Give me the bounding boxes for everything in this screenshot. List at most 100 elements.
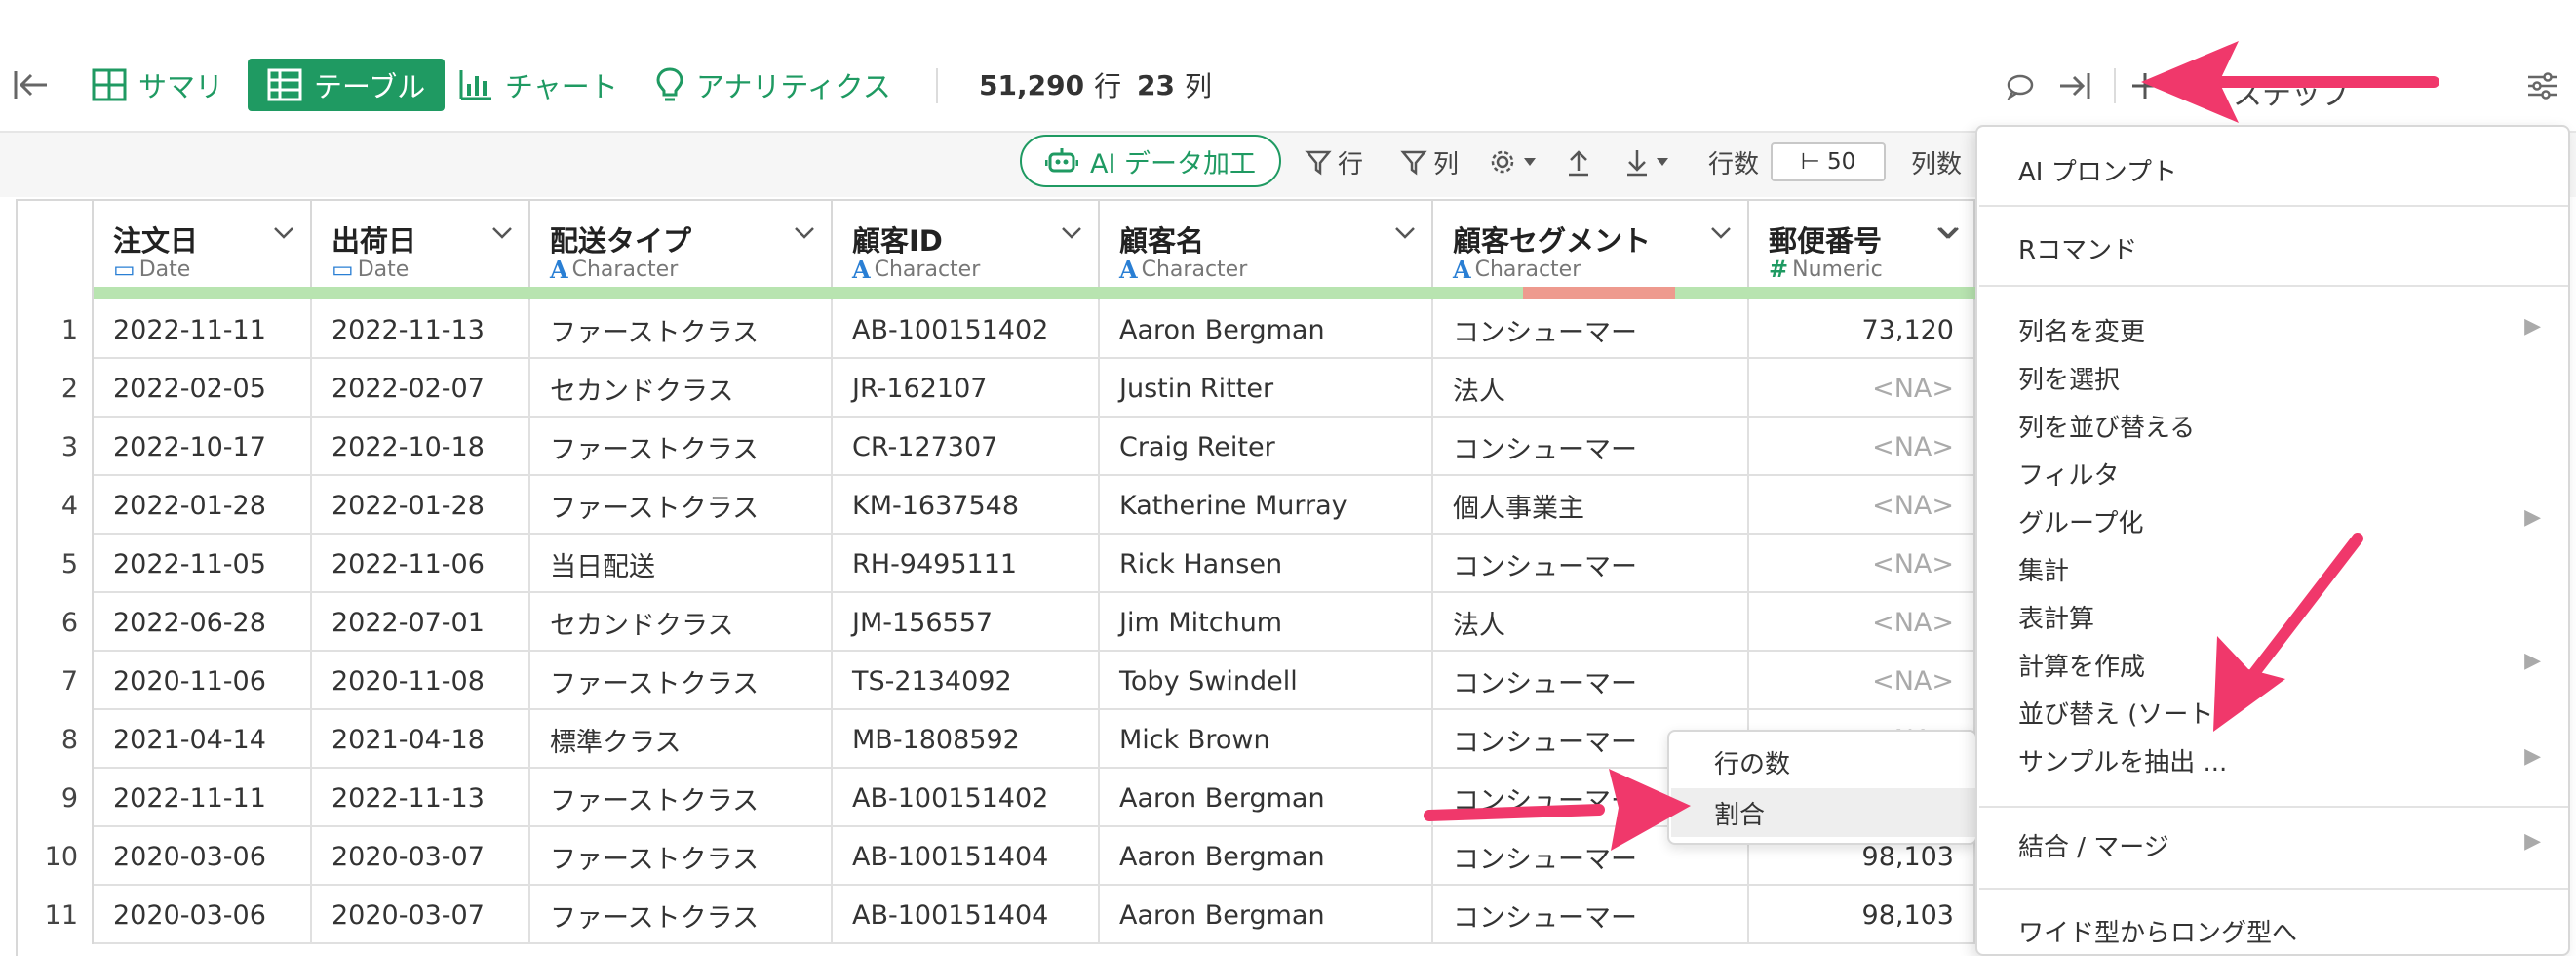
table-cell[interactable]: JM-156557	[833, 593, 1100, 652]
table-cell[interactable]: セカンドクラス	[530, 359, 833, 418]
table-cell[interactable]: 2022-11-11	[94, 769, 312, 827]
column-header[interactable]: 郵便番号 # Numeric	[1749, 201, 1975, 300]
column-header[interactable]: 注文日 ▭ Date	[94, 201, 312, 300]
column-header[interactable]: 出荷日 ▭ Date	[312, 201, 530, 300]
table-cell[interactable]: 2022-11-11	[94, 300, 312, 359]
table-cell[interactable]: 当日配送	[530, 535, 833, 593]
table-cell[interactable]: JR-162107	[833, 359, 1100, 418]
table-cell[interactable]: TS-2134092	[833, 652, 1100, 710]
chevron-down-icon[interactable]	[1061, 226, 1082, 240]
chevron-down-icon[interactable]	[273, 226, 294, 240]
menu-item-join-merge[interactable]: 結合 / マージ	[2018, 827, 2169, 863]
table-cell[interactable]: ファーストクラス	[530, 827, 833, 886]
menu-item-wide-to-long[interactable]: ワイド型からロング型へ	[2018, 913, 2297, 949]
table-cell[interactable]: コンシューマー	[1433, 652, 1749, 710]
row-filter-button[interactable]: 行	[1305, 142, 1363, 181]
table-cell[interactable]: ファーストクラス	[530, 886, 833, 944]
menu-item-ai-prompt[interactable]: AI プロンプト	[2018, 152, 2177, 188]
menu-item-reorder-columns[interactable]: 列を並び替える	[2018, 408, 2195, 444]
menu-item-summarize[interactable]: 集計	[2018, 551, 2069, 587]
chevron-down-icon[interactable]	[1938, 226, 1960, 240]
table-cell[interactable]: コンシューマー	[1433, 300, 1749, 359]
tab-summary[interactable]: サマリ	[92, 59, 223, 111]
table-cell[interactable]: 2021-04-18	[312, 710, 530, 769]
table-cell[interactable]: Aaron Bergman	[1100, 827, 1433, 886]
table-cell[interactable]: MB-1808592	[833, 710, 1100, 769]
table-cell[interactable]: RH-9495111	[833, 535, 1100, 593]
scroll-bottom-button[interactable]	[1624, 142, 1675, 181]
chevron-down-icon[interactable]	[794, 226, 815, 240]
table-cell[interactable]: 2022-02-05	[94, 359, 312, 418]
table-cell[interactable]: 2022-11-05	[94, 535, 312, 593]
table-cell[interactable]: 2020-11-08	[312, 652, 530, 710]
table-cell[interactable]: <NA>	[1749, 359, 1975, 418]
table-cell[interactable]: 標準クラス	[530, 710, 833, 769]
table-cell[interactable]: <NA>	[1749, 476, 1975, 535]
column-header[interactable]: 顧客ID A Character	[833, 201, 1100, 300]
table-cell[interactable]: AB-100151402	[833, 769, 1100, 827]
table-cell[interactable]: Mick Brown	[1100, 710, 1433, 769]
table-cell[interactable]: ファーストクラス	[530, 300, 833, 359]
table-cell[interactable]: 2021-04-14	[94, 710, 312, 769]
table-cell[interactable]: Katherine Murray	[1100, 476, 1433, 535]
column-header[interactable]: 顧客セグメント A Character	[1433, 201, 1749, 300]
gear-menu-button[interactable]	[1488, 142, 1542, 181]
table-cell[interactable]: 73,120	[1749, 300, 1975, 359]
chevron-down-icon[interactable]	[491, 226, 513, 240]
table-cell[interactable]: コンシューマー	[1433, 886, 1749, 944]
table-cell[interactable]: ファーストクラス	[530, 652, 833, 710]
table-cell[interactable]: CR-127307	[833, 418, 1100, 476]
table-cell[interactable]: 2022-10-18	[312, 418, 530, 476]
table-cell[interactable]: 2022-11-13	[312, 769, 530, 827]
chevron-down-icon[interactable]	[1394, 226, 1416, 240]
table-cell[interactable]: 98,103	[1749, 886, 1975, 944]
table-cell[interactable]: 2022-11-13	[312, 300, 530, 359]
tab-table[interactable]: テーブル	[248, 59, 446, 111]
table-cell[interactable]: Jim Mitchum	[1100, 593, 1433, 652]
table-cell[interactable]: セカンドクラス	[530, 593, 833, 652]
table-cell[interactable]: <NA>	[1749, 418, 1975, 476]
column-filter-button[interactable]: 列	[1400, 142, 1459, 181]
table-cell[interactable]: <NA>	[1749, 652, 1975, 710]
table-cell[interactable]: 法人	[1433, 593, 1749, 652]
table-cell[interactable]: 2022-10-17	[94, 418, 312, 476]
table-cell[interactable]: 2020-11-06	[94, 652, 312, 710]
table-row[interactable]: 2 2022-02-05 2022-02-07 セカンドクラス JR-162107 Jus…	[18, 359, 1975, 418]
table-cell[interactable]: Aaron Bergman	[1100, 886, 1433, 944]
table-cell[interactable]: Aaron Bergman	[1100, 300, 1433, 359]
menu-item-create-calculation[interactable]: 計算を作成	[2018, 647, 2145, 683]
chevron-down-icon[interactable]	[1710, 226, 1732, 240]
column-header[interactable]: 配送タイプ A Character	[530, 201, 833, 300]
expand-panel-icon[interactable]	[2055, 68, 2094, 103]
collapse-panel-icon[interactable]	[12, 59, 62, 111]
table-cell[interactable]: AB-100151402	[833, 300, 1100, 359]
ai-data-wrangling-button[interactable]: AI データ加工	[1020, 135, 1281, 187]
column-header[interactable]: 顧客名 A Character	[1100, 201, 1433, 300]
table-cell[interactable]: 2020-03-06	[94, 886, 312, 944]
table-row[interactable]: 11 2020-03-06 2020-03-07 ファーストクラス AB-1001514…	[18, 886, 1975, 944]
table-cell[interactable]: 2022-06-28	[94, 593, 312, 652]
tab-analytics[interactable]: アナリティクス	[655, 59, 891, 111]
table-cell[interactable]: ファーストクラス	[530, 418, 833, 476]
menu-item-r-command[interactable]: Rコマンド	[2018, 230, 2137, 266]
table-cell[interactable]: Craig Reiter	[1100, 418, 1433, 476]
table-cell[interactable]: <NA>	[1749, 535, 1975, 593]
table-cell[interactable]: Aaron Bergman	[1100, 769, 1433, 827]
table-cell[interactable]: 2022-11-06	[312, 535, 530, 593]
table-cell[interactable]: 2022-01-28	[312, 476, 530, 535]
menu-item-table-calculation[interactable]: 表計算	[2018, 599, 2094, 635]
table-cell[interactable]: <NA>	[1749, 593, 1975, 652]
table-cell[interactable]: ファーストクラス	[530, 476, 833, 535]
table-cell[interactable]: 個人事業主	[1433, 476, 1749, 535]
table-row[interactable]: 3 2022-10-17 2022-10-18 ファーストクラス CR-127307 Cr…	[18, 418, 1975, 476]
table-cell[interactable]: 2022-07-01	[312, 593, 530, 652]
table-cell[interactable]: 2020-03-07	[312, 886, 530, 944]
menu-item-group-by[interactable]: グループ化	[2018, 503, 2143, 539]
table-cell[interactable]: 2022-01-28	[94, 476, 312, 535]
table-cell[interactable]: AB-100151404	[833, 827, 1100, 886]
table-row[interactable]: 6 2022-06-28 2022-07-01 セカンドクラス JM-156557 Jim…	[18, 593, 1975, 652]
menu-item-sample[interactable]: サンプルを抽出 ...	[2018, 742, 2227, 778]
table-row[interactable]: 4 2022-01-28 2022-01-28 ファーストクラス KM-1637548 K…	[18, 476, 1975, 535]
table-cell[interactable]: 法人	[1433, 359, 1749, 418]
menu-item-rename-columns[interactable]: 列名を変更	[2018, 312, 2145, 348]
